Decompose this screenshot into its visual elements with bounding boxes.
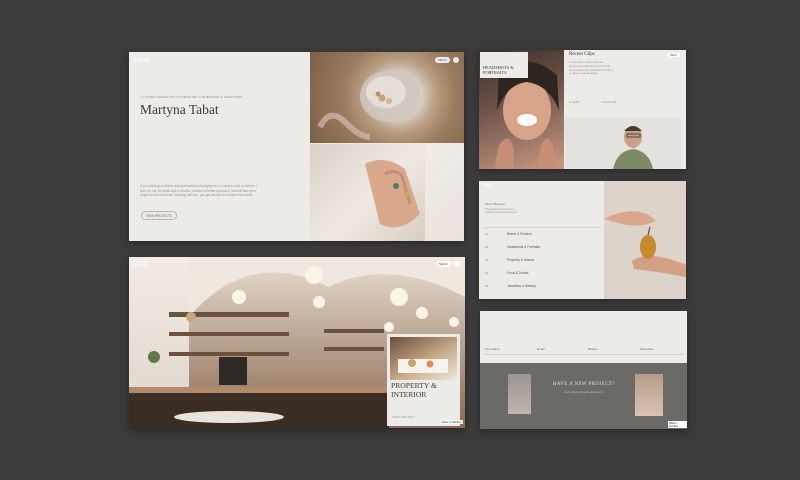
divider bbox=[483, 227, 601, 228]
service-num: 01 bbox=[485, 233, 489, 236]
contact-form: First Name Email Budget Start Date bbox=[480, 311, 687, 363]
service-label: Jewellery & Beauty bbox=[507, 284, 536, 288]
dish-graphic bbox=[317, 70, 420, 140]
contact-webflow-badge[interactable]: Made in Webflow bbox=[668, 421, 687, 428]
service-num: 03 bbox=[485, 259, 489, 262]
hero-image-hands bbox=[310, 144, 464, 241]
recent-title: Recent Clips bbox=[569, 52, 595, 57]
property-panel: tabat MENU PROPERTY & INTERIOR VIEW PROJ… bbox=[129, 257, 465, 428]
contact-question: HAVE A NEW PROJECT? bbox=[552, 382, 616, 387]
hero-panel: tabat A LONDON BASED PHOTOGRAPHER FOR BR… bbox=[129, 52, 464, 241]
property-thumb bbox=[390, 337, 457, 380]
hands-graphic bbox=[365, 144, 464, 241]
hero-kicker: A LONDON BASED PHOTOGRAPHER FOR BRANDS &… bbox=[140, 95, 243, 99]
meta-location: LOCATION bbox=[601, 101, 617, 104]
recent-text: Lorem ipsum dolor sit amet consectetur a… bbox=[569, 60, 614, 76]
headshot-image-man bbox=[565, 117, 681, 169]
field-budget[interactable]: Budget bbox=[588, 347, 598, 351]
services-intro-title: About Martyna bbox=[485, 202, 505, 206]
service-item[interactable]: 05 Jewellery & Beauty bbox=[483, 283, 601, 295]
service-label: Headshots & Portraits bbox=[507, 245, 540, 249]
service-num: 05 bbox=[485, 285, 489, 288]
hero-logo[interactable]: tabat bbox=[134, 55, 150, 64]
service-num: 02 bbox=[485, 246, 489, 249]
services-intro-text: Photography services for brands, people … bbox=[485, 208, 517, 215]
pear-hands-graphic bbox=[604, 211, 686, 277]
services-panel: tabat About Martyna Photography services… bbox=[479, 181, 686, 299]
headshots-menu-chip[interactable]: MENU bbox=[667, 53, 681, 57]
headshots-label: HEADSHOTS & PORTRAITS bbox=[483, 65, 514, 75]
property-menu-dot-icon[interactable] bbox=[454, 261, 460, 267]
service-item[interactable]: 02 Headshots & Portraits bbox=[483, 244, 601, 256]
menu-chip[interactable]: MENU bbox=[435, 57, 450, 63]
service-label: Food & Drinks bbox=[507, 271, 529, 275]
service-label: Brand & Product bbox=[507, 232, 532, 236]
field-email[interactable]: Email bbox=[537, 347, 545, 351]
menu-dot-icon[interactable] bbox=[453, 57, 459, 63]
man-graphic bbox=[613, 126, 653, 169]
service-label: Property & Interior bbox=[507, 258, 535, 262]
view-projects-button[interactable]: VIEW PROJECTS bbox=[141, 211, 177, 220]
property-title: PROPERTY & INTERIOR bbox=[391, 381, 437, 399]
service-item[interactable]: 03 Property & Interior bbox=[483, 257, 601, 269]
meta-client: CLIENT bbox=[569, 101, 581, 104]
service-item[interactable]: 01 Brand & Product bbox=[483, 231, 601, 243]
service-num: 04 bbox=[485, 272, 489, 275]
field-start-date[interactable]: Start Date bbox=[640, 347, 654, 351]
services-image-pear bbox=[604, 181, 686, 299]
property-menu-chip[interactable]: MENU bbox=[436, 261, 451, 267]
contact-thumb-left bbox=[508, 374, 531, 414]
property-logo[interactable]: tabat bbox=[133, 259, 149, 268]
hero-name: Martyna Tabat bbox=[140, 102, 219, 117]
contact-dark-band: HAVE A NEW PROJECT? Get in touch and let… bbox=[480, 363, 687, 429]
property-link[interactable]: VIEW PROJECT bbox=[392, 416, 415, 419]
property-card[interactable]: PROPERTY & INTERIOR VIEW PROJECT bbox=[387, 334, 460, 426]
contact-sub: Get in touch and let's talk about it. bbox=[564, 391, 604, 394]
table-graphic bbox=[398, 359, 448, 373]
contact-panel: First Name Email Budget Start Date HAVE … bbox=[480, 311, 687, 429]
webflow-badge[interactable]: Made in Webflow bbox=[440, 420, 463, 424]
field-first-name[interactable]: First Name bbox=[485, 347, 500, 351]
services-logo[interactable]: tabat bbox=[483, 183, 493, 188]
hero-intro: If you seeking a reliable and profession… bbox=[140, 184, 258, 198]
service-item[interactable]: 04 Food & Drinks bbox=[483, 270, 601, 282]
form-divider bbox=[484, 354, 684, 355]
hero-image-dish bbox=[310, 52, 464, 143]
headshots-panel: HEADSHOTS & PORTRAITS Recent Clips Lorem… bbox=[479, 50, 686, 169]
contact-thumb-right bbox=[635, 374, 663, 416]
